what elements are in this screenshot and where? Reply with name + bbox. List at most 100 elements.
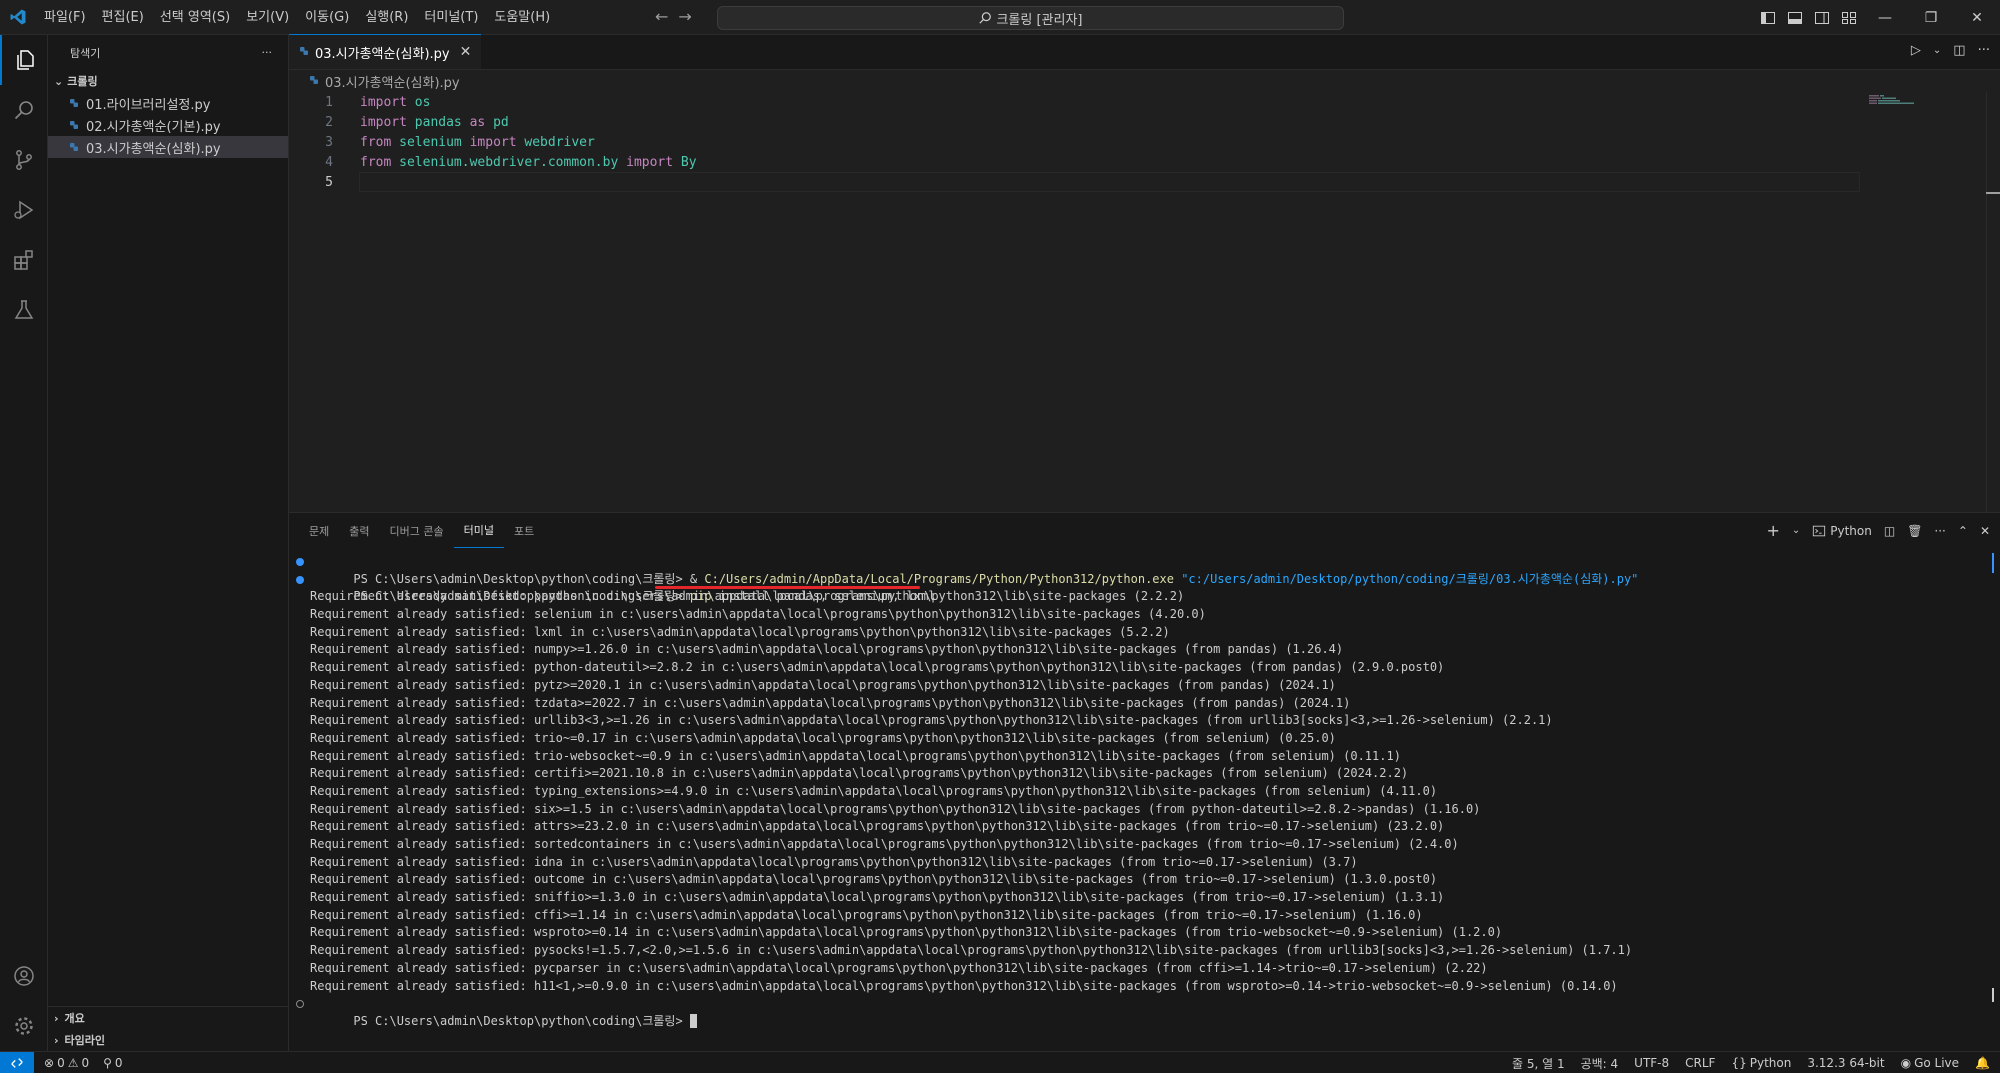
- toggle-panel-icon[interactable]: [1781, 0, 1808, 35]
- timeline-section[interactable]: › 타임라인: [48, 1029, 288, 1051]
- line-number: 3: [325, 134, 333, 150]
- sidebar-bottom-sections: › 개요 › 타임라인: [48, 1006, 288, 1051]
- menu-go[interactable]: 이동(G): [297, 0, 357, 35]
- ports-status[interactable]: ⚲ 0: [103, 1056, 122, 1070]
- close-window-icon[interactable]: ✕: [1954, 0, 2000, 35]
- error-count: 0: [57, 1055, 65, 1070]
- terminal-output[interactable]: PS C:\Users\admin\Desktop\python\coding\…: [289, 553, 1989, 1029]
- terminal-output-line: Requirement already satisfied: pandas in…: [310, 589, 1185, 604]
- go-live-button[interactable]: ◉ Go Live: [1901, 1056, 1959, 1070]
- terminal-scrollbar[interactable]: [1986, 553, 2000, 1023]
- extensions-icon[interactable]: [0, 235, 48, 285]
- tab-problems[interactable]: 문제: [299, 513, 339, 548]
- python-interpreter[interactable]: 3.12.3 64-bit: [1807, 1056, 1884, 1070]
- kill-terminal-trash-icon[interactable]: 🗑: [1907, 524, 1922, 538]
- more-actions-icon[interactable]: ···: [1978, 43, 1990, 58]
- toggle-secondary-sidebar-icon[interactable]: [1808, 0, 1835, 35]
- terminal-instance[interactable]: Python: [1812, 524, 1872, 538]
- language-mode[interactable]: {} Python: [1731, 1056, 1791, 1070]
- testing-flask-icon[interactable]: [0, 285, 48, 335]
- code-editor[interactable]: 1 import os 2 import pandas as pd 3 from…: [289, 92, 2000, 192]
- terminal-output-line: Requirement already satisfied: trio-webs…: [310, 748, 1401, 763]
- minimap[interactable]: [1869, 95, 1919, 105]
- window-controls: — ❐ ✕: [1754, 0, 2000, 35]
- chevron-down-icon[interactable]: ⌄: [1792, 525, 1800, 536]
- menu-file[interactable]: 파일(F): [36, 0, 94, 35]
- scroll-mark: [1992, 553, 1994, 573]
- tab-terminal[interactable]: 터미널: [453, 513, 504, 548]
- breadcrumb-file[interactable]: 03.시가총액순(심화).py: [325, 72, 460, 91]
- menu-help[interactable]: 도움말(H): [486, 0, 558, 35]
- menu-terminal[interactable]: 터미널(T): [416, 0, 486, 35]
- minimize-icon[interactable]: —: [1862, 0, 1908, 35]
- sidebar-title: 탐색기: [70, 46, 101, 60]
- terminal-output-line: Requirement already satisfied: pytz>=202…: [310, 677, 1336, 692]
- terminal-output-line: Requirement already satisfied: attrs>=23…: [310, 819, 1445, 834]
- more-actions-icon[interactable]: ···: [262, 46, 273, 59]
- editor-scrollbar[interactable]: [1986, 92, 2000, 512]
- source-control-icon[interactable]: [0, 135, 48, 185]
- back-arrow-icon[interactable]: ←: [655, 7, 668, 26]
- command-center-search[interactable]: 크롤링 [관리자]: [717, 6, 1344, 30]
- toggle-primary-sidebar-icon[interactable]: [1754, 0, 1781, 35]
- close-tab-icon[interactable]: ✕: [460, 44, 472, 60]
- panel-actions: + ⌄ Python ◫ 🗑 ··· ⌃ ✕: [1766, 513, 1990, 548]
- braces-icon: {}: [1731, 1056, 1747, 1070]
- search-activity-icon[interactable]: [0, 85, 48, 135]
- indentation[interactable]: 공백: 4: [1581, 1055, 1619, 1072]
- line-number: 5: [325, 174, 333, 190]
- menu-edit[interactable]: 편집(E): [94, 0, 152, 35]
- file-item-01[interactable]: 01.라이브러리설정.py: [48, 92, 288, 114]
- end-of-line[interactable]: CRLF: [1685, 1056, 1715, 1070]
- python-file-icon: [66, 98, 82, 108]
- status-left: ⊗ 0 ⚠ 0 ⚲ 0: [34, 1056, 123, 1070]
- encoding[interactable]: UTF-8: [1634, 1056, 1669, 1070]
- new-terminal-plus-icon[interactable]: +: [1766, 521, 1779, 540]
- panel-tabs: 문제 출력 디버그 콘솔 터미널 포트: [289, 513, 2000, 548]
- terminal-output-line: Requirement already satisfied: urllib3<3…: [310, 713, 1553, 728]
- command-decoration-icon: [296, 575, 304, 584]
- maximize-panel-chevron-up-icon[interactable]: ⌃: [1958, 524, 1968, 538]
- customize-layout-icon[interactable]: [1835, 0, 1862, 35]
- current-line-highlight: [359, 172, 1860, 192]
- activity-bar-bottom: [0, 951, 48, 1051]
- search-icon: [979, 12, 992, 24]
- line-number: 1: [325, 94, 333, 110]
- keyword: from: [360, 154, 392, 170]
- more-actions-icon[interactable]: ···: [1934, 524, 1945, 538]
- vscode-logo-icon[interactable]: [0, 0, 36, 35]
- problems-status[interactable]: ⊗ 0 ⚠ 0: [44, 1056, 89, 1070]
- terminal-line: PS C:\Users\admin\Desktop\python\coding\…: [289, 995, 1989, 1029]
- tab-active-file[interactable]: 03.시가총액순(심화).py ✕: [289, 34, 482, 69]
- module-name: os: [414, 94, 431, 110]
- split-editor-icon[interactable]: ◫: [1953, 43, 1965, 58]
- cursor-position[interactable]: 줄 5, 열 1: [1512, 1055, 1565, 1072]
- menu-run[interactable]: 실행(R): [357, 0, 416, 35]
- file-item-03[interactable]: 03.시가총액순(심화).py: [48, 136, 288, 158]
- run-python-icon[interactable]: ▷: [1911, 43, 1921, 58]
- close-panel-icon[interactable]: ✕: [1980, 524, 1990, 538]
- outline-section[interactable]: › 개요: [48, 1007, 288, 1029]
- menu-selection[interactable]: 선택 영역(S): [152, 0, 238, 35]
- folder-krolling[interactable]: ⌄ 크롤링: [48, 70, 288, 92]
- notifications-bell-icon[interactable]: 🔔: [1975, 1056, 1990, 1070]
- restore-icon[interactable]: ❐: [1908, 0, 1954, 35]
- tab-output[interactable]: 출력: [339, 513, 379, 548]
- run-debug-icon[interactable]: [0, 185, 48, 235]
- outline-label: 개요: [64, 1012, 85, 1025]
- file-item-02[interactable]: 02.시가총액순(기본).py: [48, 114, 288, 136]
- tab-debug-console[interactable]: 디버그 콘솔: [380, 513, 454, 548]
- explorer-icon[interactable]: [0, 35, 48, 85]
- menu-view[interactable]: 보기(V): [238, 0, 297, 35]
- split-terminal-icon[interactable]: ◫: [1884, 524, 1895, 538]
- breadcrumb: 03.시가총액순(심화).py: [289, 70, 2000, 92]
- settings-gear-icon[interactable]: [0, 1001, 48, 1051]
- file-label: 03.시가총액순(심화).py: [86, 141, 221, 157]
- forward-arrow-icon[interactable]: →: [678, 7, 691, 26]
- account-icon[interactable]: [0, 951, 48, 1001]
- tab-ports[interactable]: 포트: [504, 513, 544, 548]
- terminal-icon: [1813, 525, 1826, 536]
- scroll-position-mark: [1986, 192, 2000, 194]
- chevron-down-icon[interactable]: ⌄: [1933, 45, 1941, 56]
- remote-indicator-icon[interactable]: [0, 1051, 34, 1073]
